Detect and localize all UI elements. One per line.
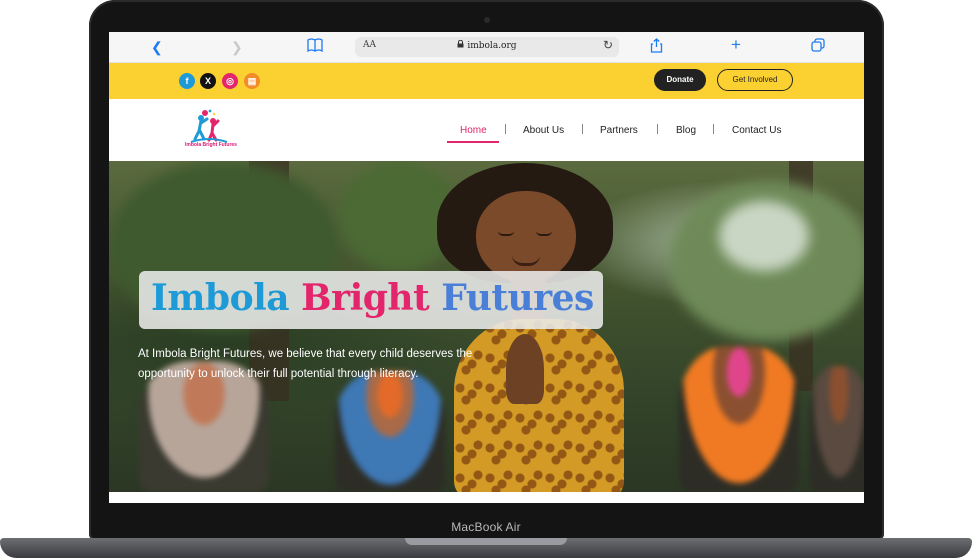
hero-title-box: Imbola Bright Futures bbox=[139, 271, 603, 329]
logo-text: Imbola Bright Futures bbox=[185, 142, 237, 148]
nav-home[interactable]: Home bbox=[460, 125, 487, 136]
bookmarks-icon[interactable] bbox=[307, 38, 323, 56]
donate-button[interactable]: Donate bbox=[654, 69, 706, 91]
nav-divider bbox=[657, 124, 658, 134]
nav-partners[interactable]: Partners bbox=[600, 125, 638, 136]
hero-title-part1: Imbola bbox=[151, 277, 290, 319]
facebook-icon[interactable]: f bbox=[179, 73, 195, 89]
hero-title-part3: Futures bbox=[441, 277, 594, 319]
get-involved-button[interactable]: Get Involved bbox=[717, 69, 793, 91]
hero-title: Imbola Bright Futures bbox=[151, 277, 594, 319]
nav-about-us[interactable]: About Us bbox=[523, 125, 564, 136]
nav-active-indicator bbox=[447, 141, 499, 143]
laptop-screen: ❮ ❯ AA imbola.org ↻ + f X ◎ ▤ Donate Get… bbox=[109, 32, 864, 503]
substack-icon[interactable]: ▤ bbox=[244, 73, 260, 89]
url-text: imbola.org bbox=[355, 39, 619, 51]
browser-toolbar: ❮ ❯ AA imbola.org ↻ + bbox=[109, 32, 864, 63]
address-bar[interactable]: AA imbola.org ↻ bbox=[355, 37, 619, 57]
nav-divider bbox=[582, 124, 583, 134]
lock-icon bbox=[457, 39, 467, 51]
forward-icon[interactable]: ❯ bbox=[231, 38, 243, 56]
child-face bbox=[476, 191, 576, 283]
camera-icon bbox=[484, 17, 490, 23]
page-bottom-strip bbox=[109, 492, 864, 503]
x-icon[interactable]: X bbox=[200, 73, 216, 89]
new-tab-icon[interactable]: + bbox=[731, 36, 741, 54]
reload-icon[interactable]: ↻ bbox=[603, 38, 613, 52]
nav-divider bbox=[713, 124, 714, 134]
tabs-icon[interactable] bbox=[811, 38, 825, 56]
device-label: MacBook Air bbox=[451, 520, 521, 534]
back-icon[interactable]: ❮ bbox=[151, 38, 163, 56]
hero-title-part2: Bright bbox=[301, 277, 430, 319]
hero-description: At Imbola Bright Futures, we believe tha… bbox=[138, 348, 473, 380]
nav-divider bbox=[505, 124, 506, 134]
share-icon[interactable] bbox=[650, 38, 663, 57]
main-nav: Imbola Bright Futures Home About Us Part… bbox=[109, 99, 864, 161]
nav-blog[interactable]: Blog bbox=[676, 125, 696, 136]
hero-section: Imbola Bright Futures At Imbola Bright F… bbox=[109, 161, 864, 492]
instagram-icon[interactable]: ◎ bbox=[222, 73, 238, 89]
laptop-base-notch bbox=[405, 538, 567, 545]
top-bar: f X ◎ ▤ Donate Get Involved bbox=[109, 63, 864, 99]
nav-contact-us[interactable]: Contact Us bbox=[732, 125, 781, 136]
